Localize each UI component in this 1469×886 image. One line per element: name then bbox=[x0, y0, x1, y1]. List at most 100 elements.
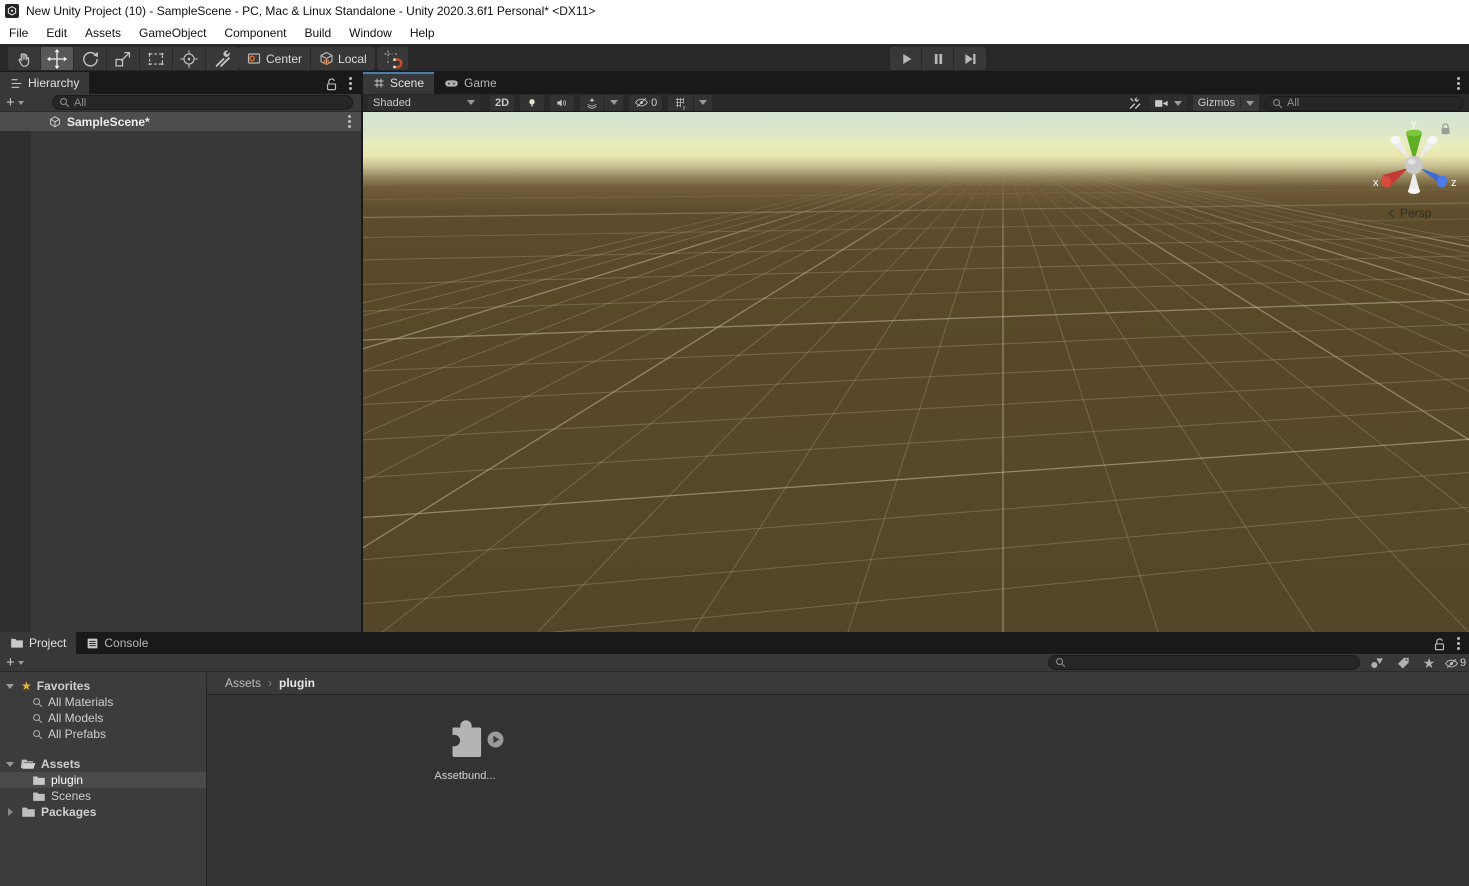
project-tabbar: Project Console bbox=[0, 632, 1469, 654]
menu-component[interactable]: Component bbox=[215, 22, 295, 44]
pivot-local-button[interactable]: Local bbox=[311, 47, 375, 70]
scene-search-value: All bbox=[1287, 97, 1300, 109]
tree-favorites[interactable]: ★ Favorites bbox=[0, 678, 206, 694]
scene-grid-icon bbox=[373, 77, 385, 89]
search-icon bbox=[1055, 657, 1066, 668]
menu-file[interactable]: File bbox=[0, 22, 37, 44]
play-button[interactable] bbox=[890, 47, 922, 70]
search-by-label-button[interactable] bbox=[1390, 654, 1416, 672]
all-materials-label: All Materials bbox=[48, 695, 114, 709]
rotate-icon bbox=[79, 48, 101, 70]
hierarchy-panel: Hierarchy + All SampleScene* bbox=[0, 72, 363, 632]
pivot-local-label: Local bbox=[338, 51, 367, 66]
search-by-type-button[interactable] bbox=[1364, 654, 1390, 672]
scene-effects-dropdown[interactable] bbox=[605, 94, 624, 111]
2d-toggle-button[interactable]: 2D bbox=[490, 94, 515, 111]
unity-logo-icon bbox=[5, 4, 19, 18]
scene-grid-dropdown[interactable] bbox=[694, 94, 713, 111]
perspective-toggle[interactable]: Persp bbox=[1387, 206, 1431, 220]
asset-item-assetbundle[interactable]: Assetbund... bbox=[433, 715, 504, 782]
plugin-puzzle-icon bbox=[442, 715, 488, 761]
hierarchy-search-value: All bbox=[74, 96, 87, 109]
hidden-objects-button[interactable]: 0 bbox=[629, 94, 663, 111]
tab-project-label: Project bbox=[29, 636, 67, 650]
tab-game[interactable]: Game bbox=[434, 72, 507, 94]
axis-y-label: y bbox=[1411, 118, 1417, 130]
breadcrumb-assets[interactable]: Assets bbox=[225, 676, 261, 690]
tab-hierarchy[interactable]: Hierarchy bbox=[0, 72, 90, 94]
search-icon bbox=[59, 97, 70, 108]
scene-lighting-button[interactable] bbox=[520, 94, 545, 111]
menu-build[interactable]: Build bbox=[295, 22, 340, 44]
rect-tool-button[interactable] bbox=[140, 47, 173, 70]
gizmos-dropdown[interactable]: Gizmos bbox=[1192, 95, 1259, 111]
grid-snap-button[interactable] bbox=[377, 47, 408, 70]
scene-audio-button[interactable] bbox=[550, 94, 575, 111]
project-add-button[interactable]: + bbox=[6, 655, 24, 670]
tab-project[interactable]: Project bbox=[0, 632, 77, 654]
menu-bar: File Edit Assets GameObject Component Bu… bbox=[0, 22, 1469, 44]
menu-gameobject[interactable]: GameObject bbox=[130, 22, 215, 44]
hidden-packages-button[interactable]: 9 bbox=[1442, 654, 1468, 672]
search-icon bbox=[32, 697, 43, 708]
transform-tool-button[interactable] bbox=[173, 47, 206, 70]
scene-search-input[interactable]: All bbox=[1265, 95, 1463, 111]
asset-grid[interactable]: Assetbund... bbox=[207, 695, 1469, 886]
menu-assets[interactable]: Assets bbox=[76, 22, 130, 44]
hand-tool-button[interactable] bbox=[8, 47, 41, 70]
svg-text:y: y bbox=[683, 104, 686, 109]
favorites-filter-button[interactable]: ★ bbox=[1416, 654, 1442, 672]
grid-snap-icon bbox=[382, 48, 404, 70]
pivot-center-button[interactable]: Center bbox=[239, 47, 312, 70]
project-menu-kebab[interactable] bbox=[1457, 641, 1460, 645]
tab-game-label: Game bbox=[464, 76, 497, 90]
move-tool-button[interactable] bbox=[41, 47, 74, 70]
scale-tool-button[interactable] bbox=[107, 47, 140, 70]
shading-mode-dropdown[interactable]: Shaded bbox=[368, 94, 480, 111]
hierarchy-content[interactable] bbox=[0, 131, 361, 632]
hierarchy-menu-kebab[interactable] bbox=[349, 81, 352, 85]
tree-packages[interactable]: Packages bbox=[0, 804, 206, 820]
hierarchy-search-input[interactable]: All bbox=[52, 95, 353, 110]
open-folder-icon bbox=[21, 758, 36, 770]
breadcrumb-plugin[interactable]: plugin bbox=[279, 676, 315, 690]
unlock-icon[interactable] bbox=[1432, 636, 1447, 651]
search-icon bbox=[32, 713, 43, 724]
tab-console-label: Console bbox=[104, 636, 149, 650]
hierarchy-add-button[interactable]: + bbox=[6, 95, 24, 110]
project-search-input[interactable] bbox=[1048, 655, 1360, 670]
tab-console[interactable]: Console bbox=[76, 632, 158, 654]
hierarchy-scene-row[interactable]: SampleScene* bbox=[0, 112, 361, 131]
gamepad-icon bbox=[444, 77, 459, 90]
rotate-tool-button[interactable] bbox=[74, 47, 107, 70]
scene-row-kebab[interactable] bbox=[348, 120, 351, 123]
tree-all-materials[interactable]: All Materials bbox=[0, 694, 206, 710]
scene-ground-grid bbox=[363, 149, 1469, 632]
scene-menu-kebab[interactable] bbox=[1457, 81, 1460, 85]
scene-effects-button[interactable] bbox=[580, 94, 606, 111]
pivot-center-icon bbox=[247, 51, 262, 66]
tree-scenes[interactable]: Scenes bbox=[0, 788, 206, 804]
scene-tools-icon[interactable] bbox=[1127, 96, 1143, 111]
menu-edit[interactable]: Edit bbox=[37, 22, 76, 44]
step-button[interactable] bbox=[954, 47, 986, 70]
unlock-icon[interactable] bbox=[324, 76, 339, 91]
tree-all-prefabs[interactable]: All Prefabs bbox=[0, 726, 206, 742]
menu-help[interactable]: Help bbox=[401, 22, 444, 44]
title-bar: New Unity Project (10) - SampleScene - P… bbox=[0, 0, 1469, 22]
menu-window[interactable]: Window bbox=[340, 22, 401, 44]
pause-button[interactable] bbox=[922, 47, 954, 70]
tag-icon bbox=[1396, 656, 1411, 670]
tree-all-models[interactable]: All Models bbox=[0, 710, 206, 726]
scene-viewport[interactable]: y x z Persp bbox=[363, 112, 1469, 632]
camera-icon bbox=[1154, 98, 1169, 109]
scene-grid-visibility-button[interactable]: y bbox=[668, 94, 695, 111]
tree-assets[interactable]: Assets bbox=[0, 756, 206, 772]
custom-tools-button[interactable] bbox=[206, 47, 239, 70]
gizmo-lock-icon[interactable] bbox=[1439, 122, 1452, 136]
tree-plugin-selected[interactable]: plugin bbox=[0, 772, 206, 788]
folder-icon bbox=[21, 806, 36, 818]
plugin-folder-label: plugin bbox=[51, 773, 84, 787]
scene-camera-dropdown[interactable] bbox=[1148, 95, 1187, 111]
tab-scene[interactable]: Scene bbox=[363, 72, 435, 94]
